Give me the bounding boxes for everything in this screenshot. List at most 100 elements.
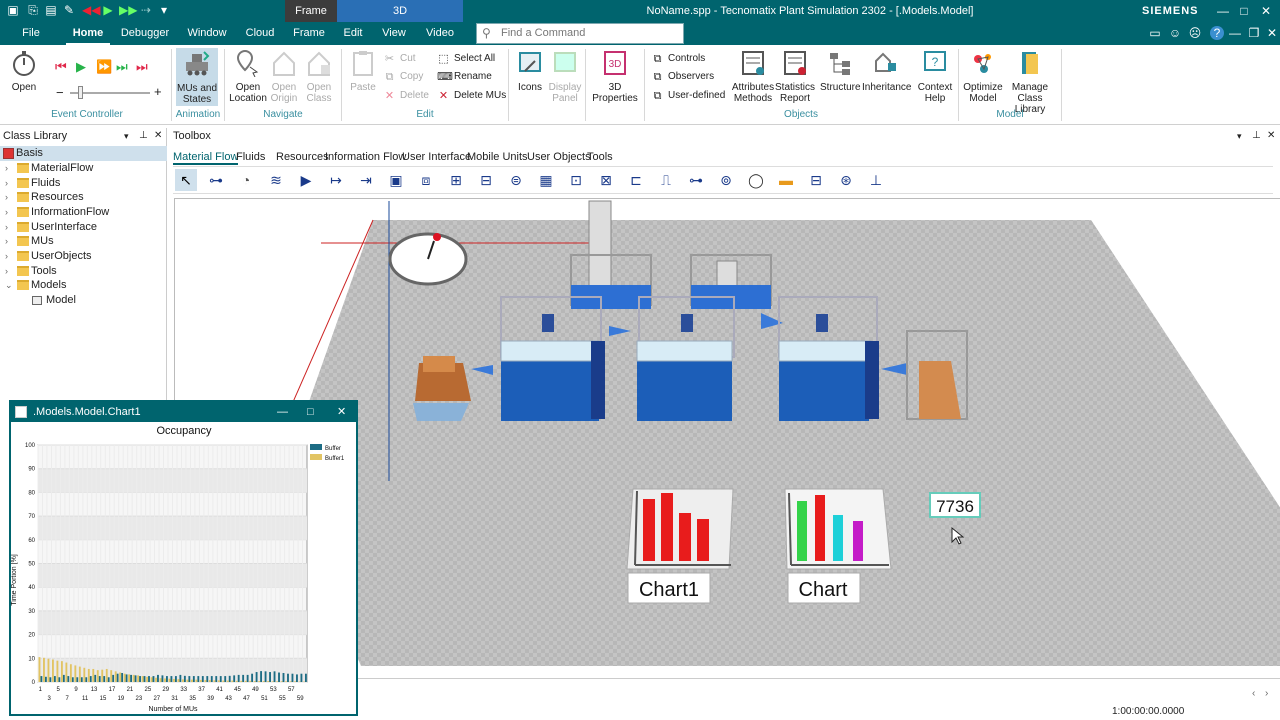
pane-menu-icon[interactable]: ▾ <box>124 129 129 143</box>
rename-button[interactable]: ⌨ Rename <box>437 69 492 85</box>
pointer-tool-icon[interactable]: ↖ <box>175 169 197 191</box>
copy-button[interactable]: ⧉ Copy <box>383 69 424 85</box>
tree-item-models[interactable]: ⌄ Models <box>0 278 167 293</box>
station3-body[interactable] <box>779 359 869 421</box>
cycle-tool-icon[interactable]: ◯ <box>745 169 767 191</box>
tree-item-userinterface[interactable]: › UserInterface <box>0 220 167 235</box>
icons-button[interactable]: Icons <box>513 49 547 93</box>
scroll-right-icon[interactable]: › <box>1265 688 1268 699</box>
sorter-tool-icon[interactable]: ⊏ <box>625 169 647 191</box>
mus-and-states-button[interactable]: MUs and States <box>176 48 218 106</box>
expand-icon[interactable]: › <box>5 176 8 191</box>
doc-restore-icon[interactable]: ❐ <box>1247 26 1261 40</box>
delete-mus-button[interactable]: ✕ Delete MUs <box>437 88 506 104</box>
start-stop-icon[interactable]: ▶ <box>76 59 86 75</box>
drain-tool-icon[interactable]: ↦ <box>325 169 347 191</box>
fast-forward-icon[interactable]: ⏩ <box>96 59 112 75</box>
expand-icon[interactable]: › <box>5 234 8 249</box>
expand-icon[interactable]: › <box>5 264 8 279</box>
expand-icon[interactable]: › <box>5 190 8 205</box>
cut-button[interactable]: ✂ Cut <box>383 51 416 67</box>
menu-edit[interactable]: Edit <box>339 22 367 45</box>
fast-forward-icon[interactable]: ▶▶ <box>119 3 137 17</box>
chart-minimize-icon[interactable]: — <box>277 402 288 422</box>
save-icon[interactable]: ▤ <box>44 3 58 17</box>
open-class-button[interactable]: Open Class <box>303 49 335 104</box>
single-proc-tool-icon[interactable]: ▣ <box>385 169 407 191</box>
menu-home[interactable]: Home <box>66 22 110 45</box>
chart-window[interactable]: .Models.Model.Chart1 — □ ✕ Occupancy 0 10… <box>9 400 358 716</box>
3d-properties-button[interactable]: 3D 3D Properties <box>590 49 640 104</box>
chart-close-icon[interactable]: ✕ <box>337 402 346 422</box>
menu-frame[interactable]: Frame <box>289 22 329 45</box>
save-as-icon[interactable]: ✎ <box>62 3 76 17</box>
user-defined-button[interactable]: ⧉ User-defined <box>651 88 726 104</box>
optimize-model-button[interactable]: Optimize Model <box>962 49 1004 104</box>
tree-item-mus[interactable]: › MUs <box>0 234 167 249</box>
tree-item-tools[interactable]: › Tools <box>0 264 167 279</box>
single-step-icon[interactable]: ⏭ <box>116 59 128 75</box>
faster-icon[interactable]: + <box>154 84 162 99</box>
structure-button[interactable]: Structure <box>820 49 861 93</box>
menu-debugger[interactable]: Debugger <box>119 22 171 45</box>
tab-tools[interactable]: Tools <box>587 149 613 165</box>
tab-resources[interactable]: Resources <box>276 149 329 165</box>
open-event-controller-button[interactable]: Open <box>6 49 42 93</box>
display-panel-button[interactable]: Display Panel <box>547 49 583 104</box>
slower-icon[interactable]: − <box>56 85 64 100</box>
tree-item-materialflow[interactable]: › MaterialFlow <box>0 161 167 176</box>
feedback-smile-icon[interactable]: ☺ <box>1168 26 1182 40</box>
reset-icon[interactable]: ◀◀ <box>82 3 100 17</box>
context-help-button[interactable]: ? Context Help <box>916 49 954 104</box>
expand-icon[interactable]: › <box>5 220 8 235</box>
pane-close-icon[interactable]: ✕ <box>1267 129 1275 143</box>
tab-mobile-units[interactable]: Mobile Units <box>467 149 528 165</box>
tab-fluids[interactable]: Fluids <box>236 149 265 165</box>
menu-view[interactable]: View <box>380 22 408 45</box>
assembly-tool-icon[interactable]: ⊞ <box>445 169 467 191</box>
tab-material-flow[interactable]: Material Flow <box>173 149 239 165</box>
placebuffer-tool-icon[interactable]: ⊡ <box>565 169 587 191</box>
pin-icon[interactable]: ⊥ <box>1252 129 1261 143</box>
event-controller-tool-icon[interactable]: ◔ <box>235 169 257 191</box>
attributes-methods-button[interactable]: Attributes Methods <box>730 49 776 104</box>
step-icon[interactable]: ⇢ <box>139 3 153 17</box>
parallel-proc-tool-icon[interactable]: ⧈ <box>415 169 437 191</box>
connector-tool-icon[interactable]: ⊶ <box>205 169 227 191</box>
reset-icon[interactable]: ⏮ <box>55 59 67 75</box>
feedback-frown-icon[interactable]: ☹ <box>1188 26 1202 40</box>
source-tool-icon[interactable]: ▶ <box>295 169 317 191</box>
open-location-button[interactable]: Open Location <box>228 49 268 104</box>
expand-icon[interactable]: › <box>5 161 8 176</box>
tab-user-objects[interactable]: User Objects <box>527 149 591 165</box>
expand-icon[interactable]: › <box>5 249 8 264</box>
statistics-report-button[interactable]: Statistics Report <box>775 49 815 104</box>
turntable-tool-icon[interactable]: ⊚ <box>715 169 737 191</box>
pane-close-icon[interactable]: ✕ <box>154 129 162 143</box>
help-icon[interactable]: ? <box>1210 26 1224 40</box>
chart-window-titlebar[interactable]: .Models.Model.Chart1 — □ ✕ <box>11 402 356 422</box>
dismantle-tool-icon[interactable]: ⊟ <box>475 169 497 191</box>
speed-slider-thumb[interactable] <box>78 86 83 99</box>
tree-item-informationflow[interactable]: › InformationFlow <box>0 205 167 220</box>
close-icon[interactable]: ✕ <box>1259 4 1273 18</box>
line-tool-icon[interactable]: ⎍ <box>655 169 677 191</box>
tree-item-model[interactable]: Model <box>0 293 167 308</box>
station1-body[interactable] <box>501 359 599 421</box>
stop-at-end-icon[interactable]: ⏭ <box>136 59 148 75</box>
menu-file[interactable]: File <box>18 22 44 45</box>
menu-video[interactable]: Video <box>424 22 456 45</box>
window-mode-icon[interactable]: ▭ <box>1148 26 1162 40</box>
expand-icon[interactable]: › <box>5 205 8 220</box>
track-tool-icon[interactable]: ▬ <box>775 169 797 191</box>
store-tool-icon[interactable]: ⊠ <box>595 169 617 191</box>
exit-strategy-tool-icon[interactable]: ⊛ <box>835 169 857 191</box>
delete-button[interactable]: ✕ Delete <box>383 88 429 104</box>
observers-button[interactable]: ⧉ Observers <box>651 69 715 85</box>
tree-item-fluids[interactable]: › Fluids <box>0 176 167 191</box>
paste-button[interactable]: Paste <box>348 49 378 93</box>
new-file-icon[interactable]: ⎘ <box>26 3 40 17</box>
menu-cloud[interactable]: Cloud <box>243 22 277 45</box>
collapse-icon[interactable]: ⌄ <box>5 278 13 293</box>
inheritance-button[interactable]: Inheritance <box>862 49 911 93</box>
